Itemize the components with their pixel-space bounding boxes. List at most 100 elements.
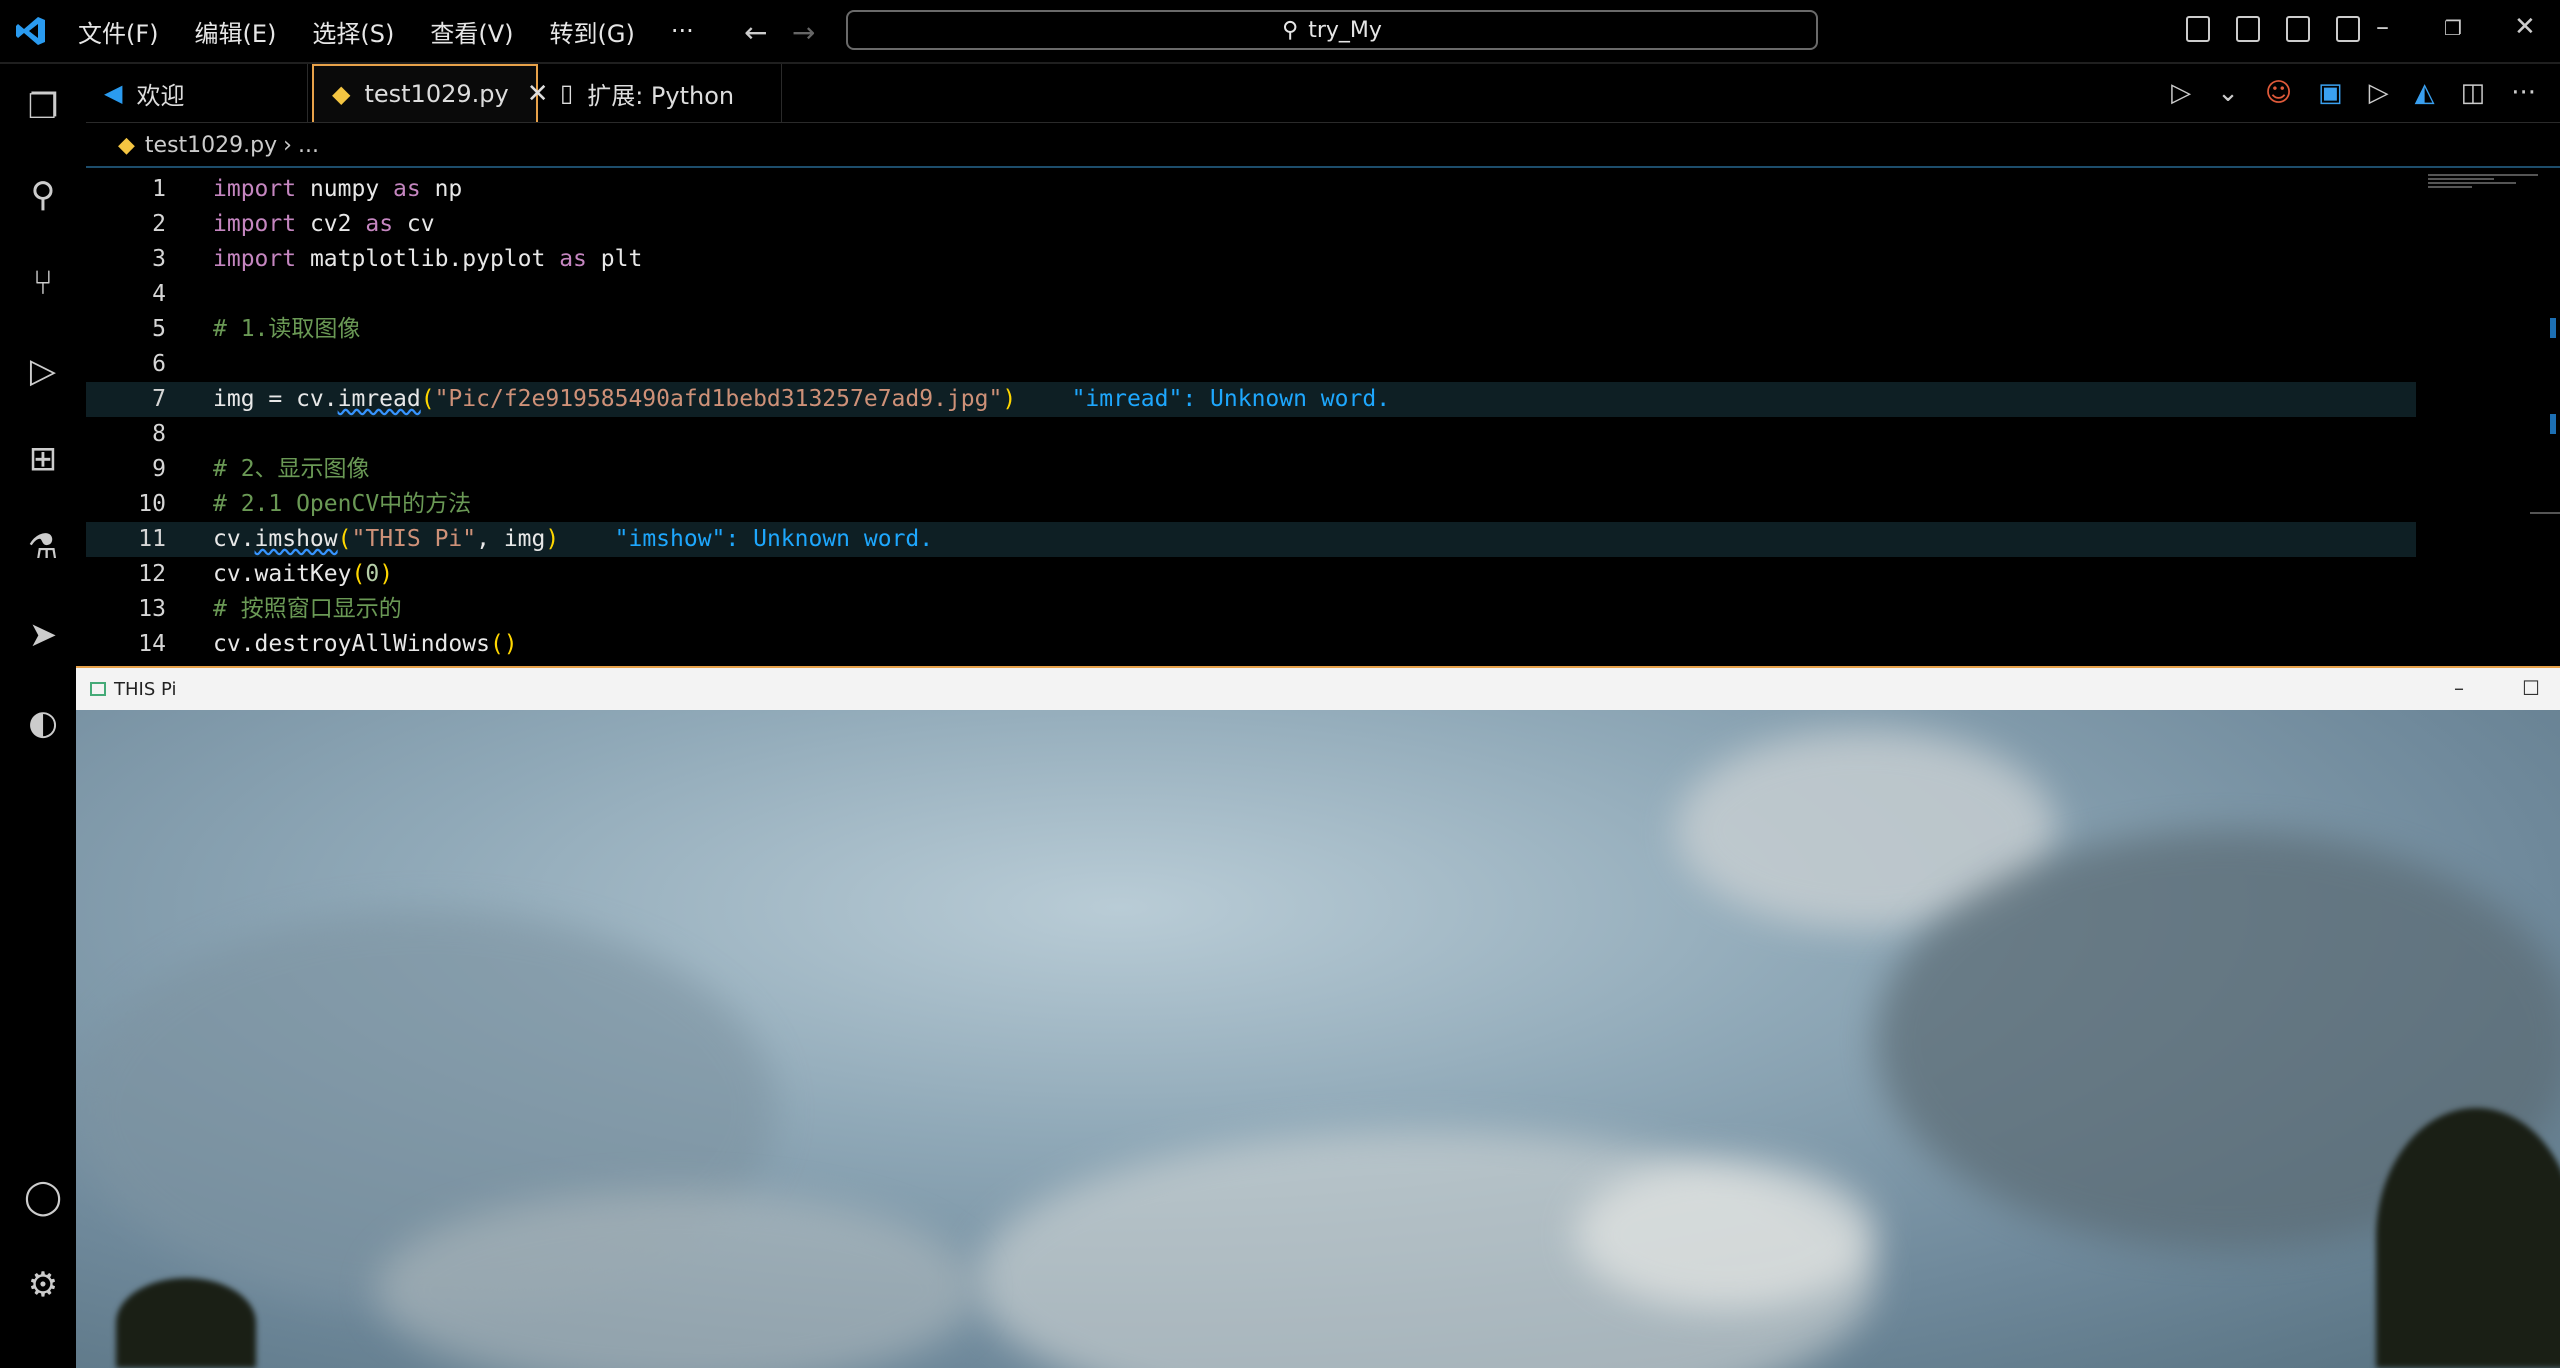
python-icon: ◆: [332, 80, 351, 108]
code-line: 6: [86, 347, 2416, 382]
paren: ): [1002, 386, 1017, 412]
comment: # 2.1 OpenCV中的方法: [213, 491, 472, 517]
code-line: 10 # 2.1 OpenCV中的方法: [86, 487, 2416, 522]
menu-selection[interactable]: 选择(S): [312, 14, 394, 49]
breadcrumb-file[interactable]: test1029.py: [145, 133, 277, 158]
keyword: import: [213, 211, 297, 237]
search-icon: ⚲: [1282, 17, 1299, 43]
run-icon[interactable]: ▷: [2369, 78, 2389, 108]
title-bar: 文件(F) 编辑(E) 选择(S) 查看(V) 转到(G) ··· ← → ⚲ …: [0, 0, 2560, 64]
code-line: 12 cv.waitKey(0): [86, 557, 2416, 592]
chevron-down-icon[interactable]: ⌄: [2217, 78, 2239, 108]
line-number: 11: [138, 526, 166, 552]
line-number: 14: [138, 631, 166, 657]
menu-file[interactable]: 文件(F): [78, 14, 159, 49]
customize-layout-icon[interactable]: [2336, 16, 2360, 42]
code-line: 9 # 2、显示图像: [86, 452, 2416, 487]
breadcrumb-rest[interactable]: ...: [298, 133, 319, 158]
copilot-icon[interactable]: ☺: [2265, 78, 2292, 108]
editor-actions: ▷ ⌄ ☺ ▣ ▷ ◭ ◫ ···: [2171, 64, 2536, 122]
command-center-search[interactable]: ⚲ try_My: [846, 10, 1818, 50]
paren: (): [489, 631, 518, 657]
back-arrow-icon[interactable]: ←: [744, 16, 767, 49]
toggle-panel-icon[interactable]: [2236, 16, 2260, 42]
testing-icon[interactable]: ⚗: [20, 524, 66, 570]
code-line: 11 cv.imshow("THIS Pi", img) "imshow": Un…: [86, 522, 2416, 557]
tab-label: 扩展: Python: [587, 81, 735, 110]
code-text: cv2: [296, 211, 366, 237]
toggle-secondary-sidebar-icon[interactable]: [2286, 16, 2310, 42]
layout-controls: [2186, 16, 2360, 42]
toggle-primary-sidebar-icon[interactable]: [2186, 16, 2210, 42]
settings-gear-icon[interactable]: ⚙: [20, 1262, 66, 1308]
misspelled-word: imshow: [254, 526, 338, 552]
explorer-icon[interactable]: ❐: [20, 84, 66, 130]
code-text: cv: [393, 211, 435, 237]
menu-more[interactable]: ···: [671, 17, 694, 45]
number: 0: [365, 561, 380, 587]
source-control-icon[interactable]: ⑂: [20, 260, 66, 306]
image-window-titlebar[interactable]: THIS Pi – ☐: [76, 668, 2560, 710]
search-icon[interactable]: ⚲: [20, 172, 66, 218]
forward-arrow-icon[interactable]: →: [792, 16, 815, 49]
sail-icon[interactable]: ◭: [2415, 78, 2435, 108]
comment: # 2、显示图像: [213, 456, 370, 482]
code-line: 2 import cv2 as cv: [86, 207, 2416, 242]
remote-icon[interactable]: ➤: [20, 612, 66, 658]
tab-welcome[interactable]: ◀ 欢迎: [86, 64, 308, 122]
breadcrumb: ◆ test1029.py › ...: [86, 126, 319, 164]
tab-python-extension[interactable]: ▯ 扩展: Python: [542, 64, 782, 122]
keyword: as: [559, 246, 587, 272]
string: "THIS Pi": [351, 526, 477, 552]
maximize-icon[interactable]: ☐: [2522, 676, 2540, 700]
account-icon[interactable]: ◯: [20, 1174, 66, 1220]
code-text: cv.destroyAllWindows: [213, 631, 490, 657]
line-number: 10: [138, 491, 166, 517]
menu-goto[interactable]: 转到(G): [550, 14, 635, 49]
more-actions-icon[interactable]: ···: [2511, 78, 2536, 108]
preview-icon[interactable]: ▣: [2318, 78, 2343, 108]
minimap[interactable]: [2428, 174, 2538, 194]
split-editor-icon[interactable]: ◫: [2461, 78, 2486, 108]
code-editor[interactable]: 1 import numpy as np 2 import cv2 as cv 3 i…: [86, 166, 2560, 668]
code-line: 1 import numpy as np: [86, 172, 2416, 207]
close-icon[interactable]: ✕: [2514, 12, 2536, 42]
scroll-marker: [2550, 414, 2556, 434]
code-line: 4: [86, 277, 2416, 312]
line-number: 13: [138, 596, 166, 622]
line-number: 3: [152, 246, 166, 272]
edge-icon[interactable]: ◐: [20, 700, 66, 746]
menu-view[interactable]: 查看(V): [430, 14, 513, 49]
tab-label: 欢迎: [136, 81, 185, 110]
minimize-icon[interactable]: –: [2376, 12, 2389, 42]
minimize-icon[interactable]: –: [2454, 676, 2464, 700]
keyword: as: [393, 176, 421, 202]
paren: (: [337, 526, 352, 552]
extensions-icon[interactable]: ⊞: [20, 436, 66, 482]
code-text: plt: [586, 246, 643, 272]
paren: (: [420, 386, 435, 412]
code-line: 7 img = cv.imread("Pic/f2e919585490afd1be…: [86, 382, 2416, 417]
line-number: 1: [152, 176, 166, 202]
editor-tabs: ◀ 欢迎 ◆ test1029.py ✕ ▯ 扩展: Python ▷ ⌄ ☺ …: [86, 64, 2560, 123]
line-number: 12: [138, 561, 166, 587]
run-python-icon[interactable]: ▷: [2171, 78, 2191, 108]
run-debug-icon[interactable]: ▷: [20, 348, 66, 394]
code-text: matplotlib.pyplot: [296, 246, 560, 272]
app-icon: [90, 682, 106, 696]
keyword: import: [213, 246, 297, 272]
restore-icon[interactable]: ❐: [2444, 16, 2462, 40]
paren: ): [379, 561, 394, 587]
code-text: , img: [476, 526, 546, 552]
scrollbar[interactable]: [2530, 512, 2560, 514]
code-line: 3 import matplotlib.pyplot as plt: [86, 242, 2416, 277]
vscode-logo-icon: [16, 17, 45, 45]
string: "Pic/f2e919585490afd1bebd313257e7ad9.jpg…: [434, 386, 1003, 412]
tab-test1029[interactable]: ◆ test1029.py ✕: [312, 64, 549, 122]
image-window[interactable]: THIS Pi – ☐: [76, 666, 2560, 1368]
line-number: 4: [152, 281, 166, 307]
menu-edit[interactable]: 编辑(E): [195, 14, 277, 49]
search-text: try_My: [1308, 17, 1382, 43]
code-line: 8: [86, 417, 2416, 452]
misspelled-word: imread: [337, 386, 421, 412]
